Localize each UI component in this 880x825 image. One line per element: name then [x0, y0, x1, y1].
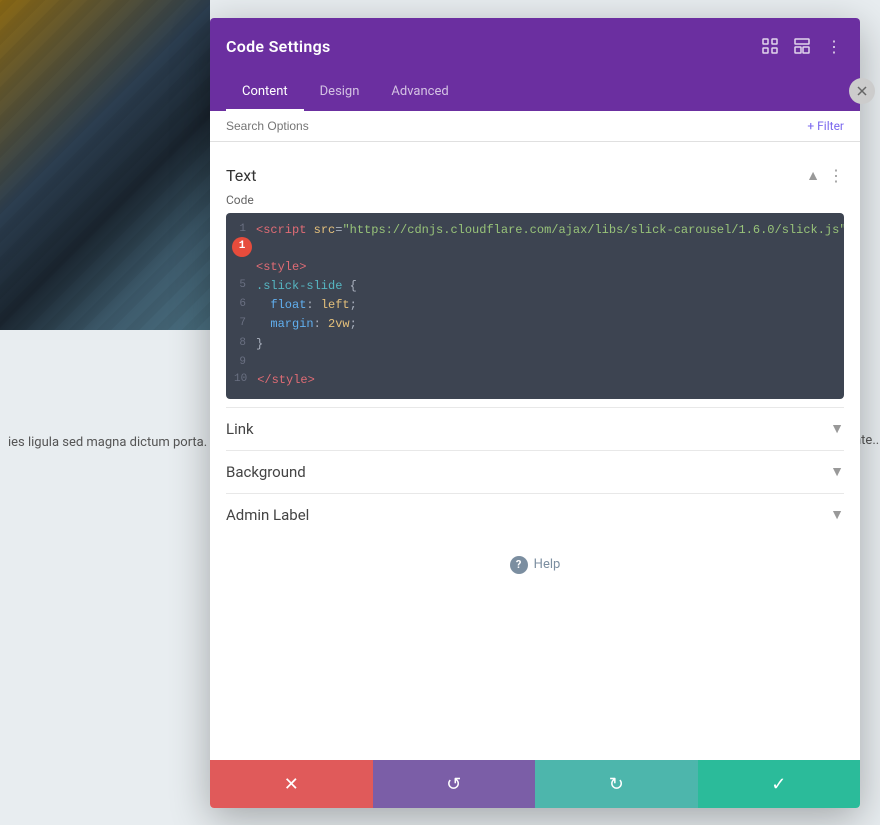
admin-label-section[interactable]: Admin Label ▼	[226, 493, 844, 536]
tab-content[interactable]: Content	[226, 74, 304, 111]
line-content-10: </style>	[257, 371, 844, 390]
code-settings-modal: Code Settings ⋮ Content D	[210, 18, 860, 808]
modal-footer: ✕ ↺ ↻ ✓	[210, 760, 860, 808]
modal-header: Code Settings ⋮	[210, 18, 860, 74]
text-section-icons: ▲ ⋮	[806, 166, 844, 185]
code-line-1: 1 <script src="https://cdnjs.cloudflare.…	[226, 221, 844, 240]
line-num-10: 10	[226, 371, 257, 389]
code-line-5: 5 .slick-slide {	[226, 277, 844, 296]
code-line-2: 2	[226, 240, 844, 258]
code-line-8: 8 }	[226, 335, 844, 354]
background-section[interactable]: Background ▼	[226, 450, 844, 493]
code-line-6: 6 float: left;	[226, 296, 844, 315]
layout-icon[interactable]	[792, 36, 812, 56]
link-chevron-icon: ▼	[830, 420, 844, 437]
text-collapse-icon[interactable]: ▲	[806, 167, 820, 184]
header-icons: ⋮	[760, 36, 844, 56]
filter-button[interactable]: + Filter	[807, 119, 844, 133]
admin-label-chevron-icon: ▼	[830, 506, 844, 523]
more-options-icon[interactable]: ⋮	[824, 36, 844, 56]
admin-label-section-title: Admin Label	[226, 506, 309, 524]
save-button[interactable]: ✓	[698, 760, 861, 808]
help-icon: ?	[510, 556, 528, 574]
code-line-9: 9	[226, 354, 844, 372]
background-chevron-icon: ▼	[830, 463, 844, 480]
error-indicator: 1	[232, 237, 252, 257]
line-content-3: <style>	[256, 258, 844, 277]
fullscreen-icon[interactable]	[760, 36, 780, 56]
modal-title: Code Settings	[226, 37, 331, 56]
modal-tabs: Content Design Advanced	[210, 74, 860, 111]
text-section-title: Text	[226, 166, 256, 185]
text-section-header[interactable]: Text ▲ ⋮	[226, 158, 844, 193]
reset-icon: ↺	[446, 774, 461, 795]
code-label: Code	[226, 193, 844, 207]
link-section-title: Link	[226, 420, 254, 438]
code-line-10: 10 </style>	[226, 371, 844, 390]
modal-close-edge-button[interactable]	[849, 78, 875, 104]
cancel-button[interactable]: ✕	[210, 760, 373, 808]
modal-body: Text ▲ ⋮ Code 1 1 <script src="https://c…	[210, 142, 860, 760]
code-line-7: 7 margin: 2vw;	[226, 315, 844, 334]
line-content-8: }	[256, 335, 844, 354]
save-icon: ✓	[771, 774, 786, 795]
line-num-5: 5	[226, 277, 256, 295]
help-section: ? Help	[226, 536, 844, 594]
line-num-6: 6	[226, 296, 256, 314]
text-section: Text ▲ ⋮ Code 1 1 <script src="https://c…	[226, 158, 844, 399]
line-num-7: 7	[226, 315, 256, 333]
line-num-1: 1	[226, 221, 256, 239]
search-bar: + Filter	[210, 111, 860, 142]
line-content-6: float: left;	[256, 296, 844, 315]
code-editor[interactable]: 1 1 <script src="https://cdnjs.cloudflar…	[226, 213, 844, 399]
help-label: Help	[534, 557, 561, 572]
line-num-9: 9	[226, 354, 256, 372]
link-section[interactable]: Link ▼	[226, 407, 844, 450]
filter-label: + Filter	[807, 119, 844, 133]
background-section-title: Background	[226, 463, 306, 481]
line-content-7: margin: 2vw;	[256, 315, 844, 334]
line-content-5: .slick-slide {	[256, 277, 844, 296]
tab-design[interactable]: Design	[304, 74, 376, 111]
line-content-1: <script src="https://cdnjs.cloudflare.co…	[256, 221, 844, 240]
code-line-3: <style>	[226, 258, 844, 277]
tab-advanced[interactable]: Advanced	[375, 74, 464, 111]
cancel-icon: ✕	[284, 774, 299, 795]
help-button[interactable]: ? Help	[510, 556, 561, 574]
reset-button[interactable]: ↺	[373, 760, 536, 808]
background-image	[0, 0, 210, 330]
background-text-left: ies ligula sed magna dictum porta. Nulla	[0, 428, 210, 458]
text-more-icon[interactable]: ⋮	[828, 166, 844, 185]
redo-button[interactable]: ↻	[535, 760, 698, 808]
redo-icon: ↻	[609, 774, 624, 795]
search-input[interactable]	[226, 119, 807, 133]
line-num-8: 8	[226, 335, 256, 353]
